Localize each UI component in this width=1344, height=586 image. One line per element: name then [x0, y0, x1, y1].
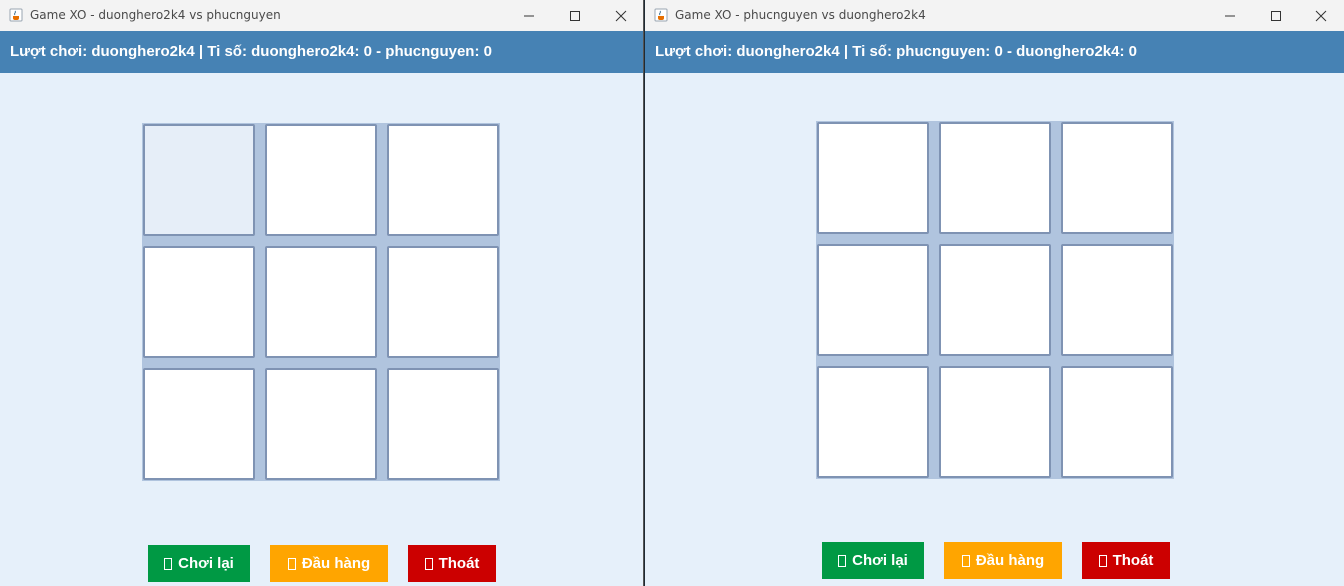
missing-glyph-icon: [1098, 554, 1107, 567]
exit-button[interactable]: Thoát: [1082, 542, 1170, 579]
replay-button[interactable]: Chơi lại: [822, 542, 924, 579]
minimize-button[interactable]: [506, 0, 552, 31]
surrender-button[interactable]: Đầu hàng: [944, 542, 1062, 579]
game-window-left: Game XO - duonghero2k4 vs phucnguyen Lượ…: [0, 0, 644, 586]
missing-glyph-icon: [287, 557, 296, 570]
minimize-icon: [524, 15, 534, 16]
missing-glyph-icon: [164, 557, 173, 570]
exit-button-label: Thoát: [1112, 552, 1154, 569]
java-coffee-icon: [654, 8, 668, 22]
minimize-button[interactable]: [1207, 0, 1253, 31]
title-bar[interactable]: Game XO - duonghero2k4 vs phucnguyen: [0, 0, 643, 32]
board-cell[interactable]: [265, 368, 377, 480]
missing-glyph-icon: [961, 554, 970, 567]
board-cell[interactable]: [143, 368, 255, 480]
exit-button-label: Thoát: [438, 555, 480, 572]
board-cell[interactable]: [817, 244, 929, 356]
missing-glyph-icon: [424, 557, 433, 570]
maximize-button[interactable]: [1253, 0, 1299, 31]
minimize-icon: [1225, 15, 1235, 16]
board-cell[interactable]: [143, 124, 255, 236]
board-cell[interactable]: [1061, 122, 1173, 234]
exit-button[interactable]: Thoát: [408, 545, 496, 582]
game-board: [142, 123, 500, 481]
close-button[interactable]: [1298, 0, 1344, 31]
board-cell[interactable]: [387, 368, 499, 480]
board-cell[interactable]: [265, 246, 377, 358]
missing-glyph-icon: [838, 554, 847, 567]
close-icon: [615, 10, 627, 21]
board-cell[interactable]: [1061, 366, 1173, 478]
replay-button-label: Chơi lại: [178, 555, 234, 572]
maximize-icon: [1271, 10, 1281, 21]
surrender-button-label: Đầu hàng: [301, 555, 371, 572]
close-button[interactable]: [598, 0, 643, 31]
replay-button-label: Chơi lại: [852, 552, 908, 569]
title-bar[interactable]: Game XO - phucnguyen vs duonghero2k4: [645, 0, 1344, 32]
board-cell[interactable]: [939, 244, 1051, 356]
board-cell[interactable]: [939, 122, 1051, 234]
maximize-button[interactable]: [552, 0, 598, 31]
board-cell[interactable]: [387, 246, 499, 358]
surrender-button-label: Đầu hàng: [975, 552, 1045, 569]
game-window-right: Game XO - phucnguyen vs duonghero2k4 Lượ…: [645, 0, 1344, 586]
java-coffee-icon: [9, 8, 23, 22]
board-cell[interactable]: [817, 366, 929, 478]
board-cell[interactable]: [143, 246, 255, 358]
game-board: [816, 121, 1174, 479]
board-cell[interactable]: [817, 122, 929, 234]
board-cell[interactable]: [1061, 244, 1173, 356]
surrender-button[interactable]: Đầu hàng: [270, 545, 388, 582]
turn-score-status: Lượt chơi: duonghero2k4 | Ti số: phucngu…: [645, 31, 1344, 73]
replay-button[interactable]: Chơi lại: [148, 545, 250, 582]
board-cell[interactable]: [939, 366, 1051, 478]
window-title: Game XO - duonghero2k4 vs phucnguyen: [30, 8, 281, 22]
board-cell[interactable]: [387, 124, 499, 236]
turn-score-status: Lượt chơi: duonghero2k4 | Ti số: duonghe…: [0, 31, 643, 73]
window-title: Game XO - phucnguyen vs duonghero2k4: [675, 8, 926, 22]
maximize-icon: [570, 10, 580, 21]
board-cell[interactable]: [265, 124, 377, 236]
close-icon: [1315, 10, 1327, 21]
